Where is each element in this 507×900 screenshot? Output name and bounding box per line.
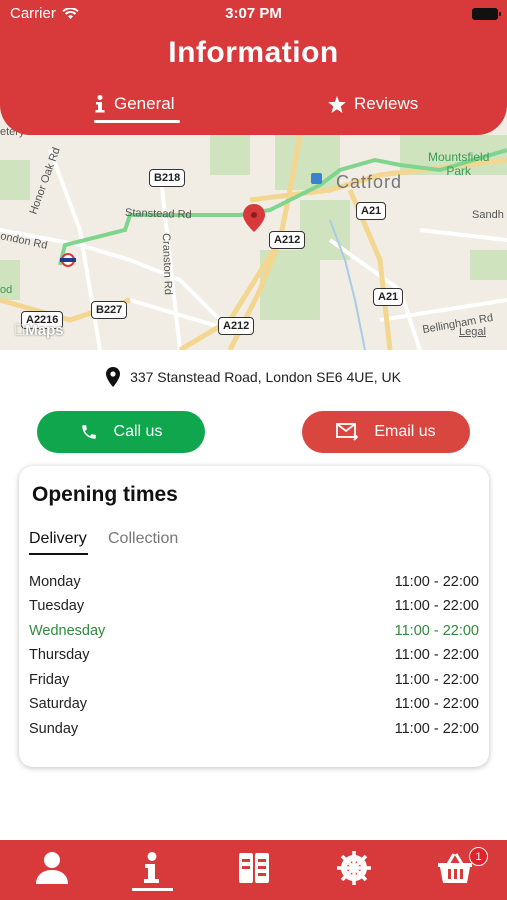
page-title: Information (168, 36, 339, 69)
hours-value: 11:00 - 22:00 (394, 623, 479, 639)
phone-icon (81, 425, 96, 439)
address-row: 337 Stanstead Road, London SE6 4UE, UK (0, 367, 507, 387)
road-badge-a212: A212 (269, 231, 306, 249)
day-label: Monday (29, 574, 81, 590)
road-badge-a212-south: A212 (218, 317, 255, 335)
tab-general[interactable]: General (94, 94, 174, 114)
star-icon (328, 95, 346, 113)
map-label-cranston: Cranston Rd (159, 232, 174, 296)
basket-icon (438, 853, 472, 883)
email-us-label: Email us (374, 423, 436, 440)
hours-row-tuesday: Tuesday 11:00 - 22:00 (29, 598, 479, 614)
basket-count-badge: 1 (469, 847, 488, 866)
hours-row-wednesday: Wednesday 11:00 - 22:00 (29, 623, 479, 639)
hours-value: 11:00 - 22:00 (394, 574, 479, 590)
day-label: Sunday (29, 721, 79, 737)
map-label-od: od (0, 284, 13, 296)
email-icon (336, 423, 359, 441)
day-label: Friday (29, 672, 70, 688)
opening-times-title: Opening times (32, 483, 178, 506)
menu-icon (239, 853, 269, 883)
tab-general-label: General (114, 94, 175, 113)
day-label: Wednesday (29, 623, 106, 639)
day-label: Tuesday (29, 598, 85, 614)
status-bar: Carrier 3:07 PM (0, 0, 507, 28)
road-badge-a21: A21 (356, 202, 387, 220)
nav-settings[interactable] (334, 848, 374, 888)
tab-active-indicator (94, 120, 180, 123)
hours-row-monday: Monday 11:00 - 22:00 (29, 574, 479, 590)
hours-value: 11:00 - 22:00 (394, 647, 479, 663)
address-text: 337 Stanstead Road, London SE6 4UE, UK (130, 369, 401, 385)
call-us-label: Call us (113, 423, 163, 440)
hours-value: 11:00 - 22:00 (394, 721, 479, 737)
battery-icon (472, 8, 501, 20)
settings-icon (337, 851, 371, 885)
nav-profile[interactable] (32, 848, 72, 888)
profile-icon (36, 852, 68, 884)
tab-collection[interactable]: Collection (108, 530, 178, 548)
tab-delivery[interactable]: Delivery (29, 530, 87, 548)
location-pin-icon (106, 367, 121, 387)
map-label-sandhu: Sandh (472, 209, 504, 221)
nav-active-indicator (132, 888, 173, 891)
tab-reviews-label: Reviews (354, 94, 419, 113)
call-us-button[interactable]: Call us (37, 411, 205, 453)
status-time: 3:07 PM (225, 5, 282, 22)
hours-value: 11:00 - 22:00 (394, 696, 479, 712)
map-label-catford: Catford (336, 172, 403, 192)
hours-value: 11:00 - 22:00 (394, 672, 479, 688)
hours-row-sunday: Sunday 11:00 - 22:00 (29, 721, 479, 737)
subtab-active-indicator (29, 553, 88, 555)
day-label: Saturday (29, 696, 88, 712)
road-badge-b227: B227 (91, 301, 128, 319)
header: Carrier 3:07 PM Information General Revi… (0, 0, 507, 135)
email-us-button[interactable]: Email us (302, 411, 470, 453)
map-label-stanstead: Stanstead Rd (124, 206, 192, 222)
bottom-nav (0, 840, 507, 900)
hours-row-thursday: Thursday 11:00 - 22:00 (29, 647, 479, 663)
info-icon (144, 852, 159, 883)
map-label-mountsfield: Mountsfield Park (428, 150, 490, 178)
tab-reviews[interactable]: Reviews (328, 94, 418, 114)
hours-value: 11:00 - 22:00 (394, 598, 479, 614)
hours-row-friday: Friday 11:00 - 22:00 (29, 672, 479, 688)
maps-legal-link[interactable]: Legal (459, 326, 486, 338)
day-label: Thursday (29, 647, 90, 663)
road-badge-a21-south: A21 (373, 288, 404, 306)
hours-row-saturday: Saturday 11:00 - 22:00 (29, 696, 479, 712)
road-badge-b218: B218 (149, 169, 186, 187)
nav-info[interactable] (132, 848, 172, 888)
nav-menu[interactable] (234, 848, 274, 888)
info-icon (95, 95, 105, 113)
maps-brand: Maps (14, 322, 64, 339)
opening-times-card: Opening times Delivery Collection Monday… (19, 466, 489, 767)
